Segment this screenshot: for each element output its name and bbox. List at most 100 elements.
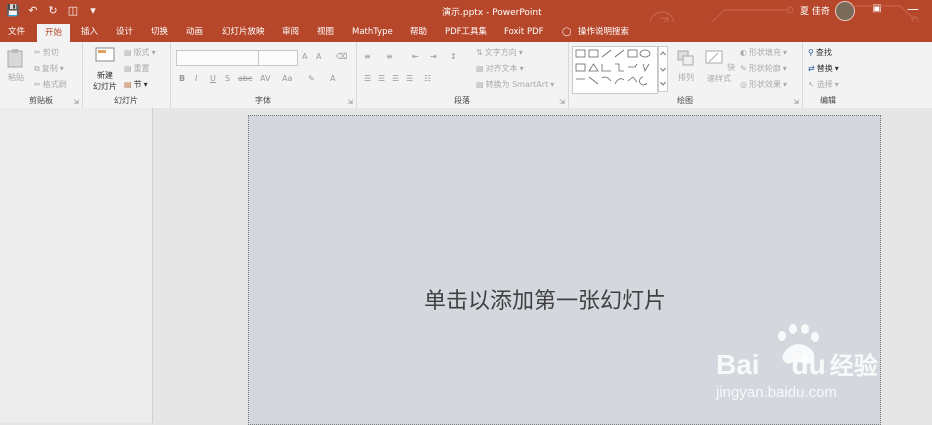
highlight-icon[interactable]: ✎ (308, 74, 315, 83)
copy-icon: ⧉ (34, 63, 40, 73)
watermark-cn: 经验 (829, 353, 878, 380)
slideshow-icon[interactable]: ◫ (66, 3, 80, 17)
tab-slideshow[interactable]: 幻灯片放映 (222, 25, 265, 42)
clear-format-icon[interactable]: ⌫ (336, 52, 347, 61)
reset-button[interactable]: ▤ 重置 (124, 63, 150, 74)
shapes-gallery[interactable] (572, 46, 658, 94)
copy-button[interactable]: ⧉ 复制 ▾ (34, 63, 64, 74)
editing-group-label: 编辑 (820, 96, 836, 105)
reset-label: 重置 (133, 64, 150, 73)
columns-icon[interactable]: ☷ (424, 74, 431, 83)
ribbon-display-options-icon[interactable]: ▣ (870, 3, 884, 17)
underline-button[interactable]: U (210, 74, 216, 83)
tab-file[interactable]: 文件 (8, 25, 25, 42)
decrease-indent-icon[interactable]: ⇤ (412, 52, 419, 61)
find-button[interactable]: ⚲ 查找 (808, 47, 832, 58)
shape-outline-label: 形状轮廓 (748, 64, 781, 73)
brush-icon: ✏ (34, 80, 41, 89)
section-label: 节 (133, 80, 142, 89)
font-color-button[interactable]: A (330, 74, 335, 83)
user-name[interactable]: 夏 佳奇 (800, 4, 830, 17)
tab-transitions[interactable]: 切换 (151, 25, 168, 42)
shape-effects-button[interactable]: ◎ 形状效果 ▾ (740, 79, 787, 90)
baidu-jingyan-watermark: Bai du 经验 jingyan.baidu.com (716, 320, 882, 406)
undo-icon[interactable]: ↶ (26, 3, 40, 17)
search-icon: ⚲ (808, 48, 814, 57)
tab-mathtype[interactable]: MathType (352, 25, 393, 42)
tab-insert[interactable]: 插入 (81, 25, 98, 42)
chevron-down-icon: ▾ (143, 80, 148, 89)
font-size-combo[interactable] (258, 50, 298, 66)
shape-fill-button[interactable]: ◐ 形状填充 ▾ (740, 47, 787, 58)
select-label: 选择 (816, 80, 833, 89)
cut-button[interactable]: ✂ 剪切 (34, 47, 59, 58)
shadow-button[interactable]: S (225, 74, 230, 83)
layout-icon: ▤ (124, 48, 132, 57)
numbering-icon[interactable]: ≡ (386, 52, 393, 61)
watermark-brand: Bai du 经验 (716, 346, 878, 381)
format-painter-button[interactable]: ✏ 格式刷 (34, 79, 67, 90)
gallery-scroll[interactable] (658, 46, 668, 92)
customize-icon[interactable]: ▾ (86, 3, 100, 17)
bullets-icon[interactable]: ≡ (364, 52, 371, 61)
dialog-launcher-icon[interactable]: ⇲ (559, 98, 565, 106)
font-name-combo[interactable] (176, 50, 260, 66)
bold-button[interactable]: B (179, 74, 185, 83)
smartart-label: 转换为 SmartArt (485, 80, 549, 89)
chevron-down-icon: ▾ (59, 64, 64, 73)
align-text-button[interactable]: ▤ 对齐文本 ▾ (476, 63, 524, 74)
tab-design[interactable]: 设计 (116, 25, 133, 42)
quick-styles-button[interactable]: 快速样式 (702, 48, 736, 84)
cut-label: 剪切 (42, 48, 59, 57)
tab-review[interactable]: 审阅 (282, 25, 299, 42)
align-center-icon[interactable]: ☰ (378, 74, 385, 83)
dialog-launcher-icon[interactable]: ⇲ (347, 98, 353, 106)
layout-label: 版式 (133, 48, 150, 57)
save-icon[interactable]: 💾 (6, 3, 20, 17)
tab-pdf-tools[interactable]: PDF工具集 (445, 25, 487, 42)
tab-home[interactable]: 开始 (37, 24, 71, 42)
new-slide-icon (95, 47, 115, 62)
line-spacing-icon[interactable]: ↕ (450, 52, 457, 61)
grow-font-button[interactable]: A (302, 52, 307, 61)
layout-button[interactable]: ▤ 版式 ▾ (124, 47, 156, 58)
select-button[interactable]: ↖ 选择 ▾ (808, 79, 839, 90)
chevron-down-icon: ▾ (550, 80, 555, 89)
character-spacing-button[interactable]: AV (260, 74, 270, 83)
avatar[interactable] (835, 1, 855, 21)
text-direction-button[interactable]: ⇅ 文字方向 ▾ (476, 47, 523, 58)
tell-me-search[interactable]: 操作说明搜索 (578, 25, 629, 42)
strikethrough-button[interactable]: abc (238, 74, 252, 83)
dialog-launcher-icon[interactable]: ⇲ (73, 98, 79, 106)
shrink-font-button[interactable]: A (316, 52, 321, 61)
tab-help[interactable]: 帮助 (410, 25, 427, 42)
change-case-button[interactable]: Aa (282, 74, 292, 83)
minimize-icon[interactable]: — (906, 2, 920, 16)
add-first-slide-prompt[interactable]: 单击以添加第一张幻灯片 (424, 283, 666, 315)
ribbon-tabs: 文件 开始 插入 设计 切换 动画 幻灯片放映 审阅 视图 MathType 帮… (0, 22, 932, 42)
dialog-launcher-icon[interactable]: ⇲ (793, 98, 799, 106)
clipboard-group: 粘贴 ✂ 剪切 ⧉ 复制 ▾ ✏ 格式刷 剪贴板 ⇲ (0, 42, 83, 108)
replace-button[interactable]: ⇄ 替换 ▾ (808, 63, 839, 74)
align-right-icon[interactable]: ☰ (392, 74, 399, 83)
arrange-button[interactable]: 排列 (672, 48, 700, 83)
tab-view[interactable]: 视图 (317, 25, 334, 42)
slide-thumbnail-pane[interactable] (0, 108, 153, 423)
tab-foxit-pdf[interactable]: Foxit PDF (504, 25, 544, 42)
new-slide-button[interactable]: 新建 幻灯片 (87, 46, 123, 92)
italic-button[interactable]: I (195, 74, 197, 83)
font-group-label: 字体 (255, 96, 271, 105)
justify-icon[interactable]: ☰ (406, 74, 413, 83)
chevron-down-icon: ▾ (782, 48, 787, 57)
redo-icon[interactable]: ↻ (46, 3, 60, 17)
align-left-icon[interactable]: ☰ (364, 74, 371, 83)
paste-button[interactable]: 粘贴 (4, 48, 28, 83)
tab-animations[interactable]: 动画 (186, 25, 203, 42)
replace-icon: ⇄ (808, 64, 815, 73)
increase-indent-icon[interactable]: ⇥ (430, 52, 437, 61)
shape-outline-button[interactable]: ✎ 形状轮廓 ▾ (740, 63, 787, 74)
smartart-button[interactable]: ▤ 转换为 SmartArt ▾ (476, 79, 554, 90)
quick-styles-icon (705, 50, 723, 64)
section-button[interactable]: ▤ 节 ▾ (124, 79, 148, 90)
new-slide-label-2: 幻灯片 (93, 82, 117, 91)
